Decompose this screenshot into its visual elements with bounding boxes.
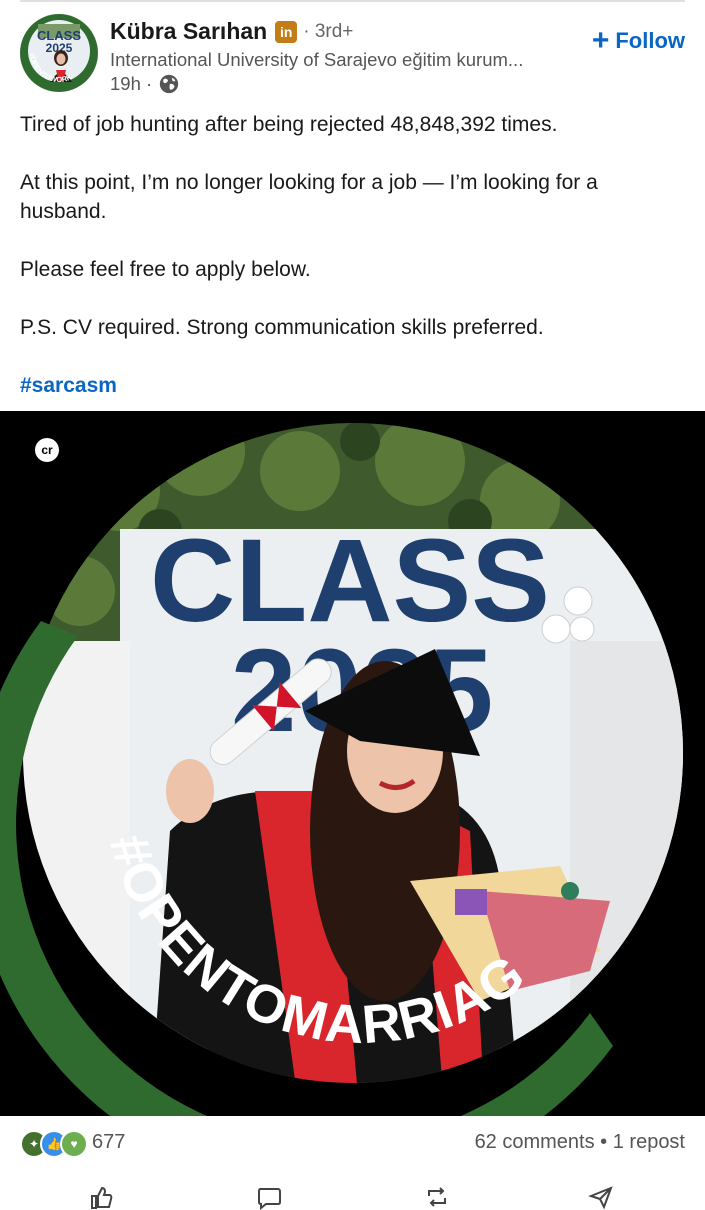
reactions-count[interactable]: 677 [92,1131,125,1154]
hashtag-link[interactable]: #sarcasm [20,374,117,397]
action-bar [0,1178,705,1210]
hand [166,759,214,823]
globe-icon [160,74,179,94]
post-text-line: Please feel free to apply below. [20,258,311,281]
post-image[interactable]: CLASS 2025 [0,411,705,1116]
send-icon[interactable] [588,1184,614,1210]
post-text-line: Tired of job hunting after being rejecte… [20,113,558,136]
author-name-text[interactable]: Kübra Sarıhan [110,18,267,45]
post-text-line: At this point, I’m no longer looking for… [20,171,598,223]
author-name[interactable]: Kübra Sarıhan in · 3rd+ [110,18,353,45]
post-text-line: P.S. CV required. Strong communication s… [20,316,544,339]
author-headline: International University of Sarajevo eği… [110,49,524,70]
connection-degree: · 3rd+ [303,20,354,42]
reaction-icons[interactable]: ✦ 👍 ♥ [20,1130,88,1158]
post-meta: 19h · [110,73,180,95]
post-time: 19h · [110,73,153,94]
post-header: CLASS 2025 #OPENTOWORK Kübra Sarıhan in … [0,0,705,100]
plus-icon: + [591,24,610,57]
social-counts: ✦ 👍 ♥ 677 62 comments • 1 repost [0,1116,705,1174]
post-body: Tired of job hunting after being rejecte… [20,110,685,429]
cr-icon[interactable]: cr [35,438,59,462]
follow-button[interactable]: + Follow [592,26,685,56]
linkedin-premium-badge: in [275,20,298,43]
avatar[interactable]: CLASS 2025 #OPENTOWORK [20,14,98,92]
repost-icon[interactable] [424,1184,450,1210]
support-icon: ♥ [60,1130,88,1158]
graduation-photo: CLASS 2025 [0,411,705,1116]
avatar-image: CLASS 2025 #OPENTOWORK [20,14,98,92]
comments-reposts[interactable]: 62 comments • 1 repost [475,1131,685,1154]
thumbs-up-icon[interactable] [88,1184,114,1210]
follow-label: Follow [615,28,685,53]
comment-icon[interactable] [256,1184,282,1210]
